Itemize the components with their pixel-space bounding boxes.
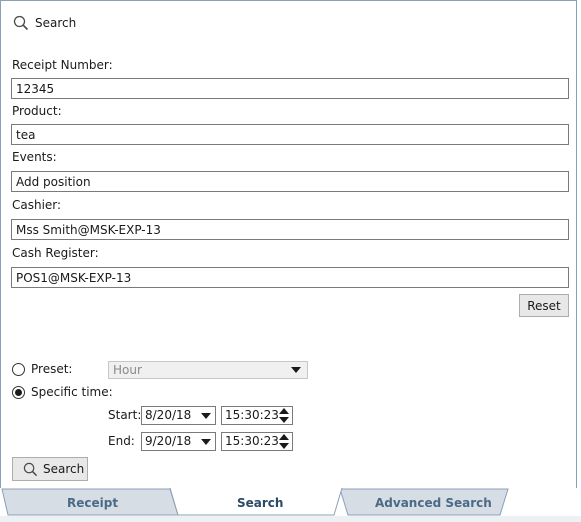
- search-icon: [13, 15, 29, 31]
- receipt-number-label: Receipt Number:: [12, 58, 113, 72]
- tab-receipt[interactable]: Receipt: [67, 496, 118, 510]
- search-button-label: Search: [43, 462, 85, 476]
- end-label: End:: [108, 434, 135, 448]
- spinner-buttons[interactable]: [278, 408, 290, 423]
- chevron-down-icon: [291, 367, 301, 373]
- start-date-picker[interactable]: 8/20/18: [141, 406, 216, 425]
- spin-up-icon[interactable]: [279, 408, 289, 414]
- reset-button[interactable]: Reset: [519, 294, 569, 317]
- specific-time-label: Specific time:: [31, 385, 113, 399]
- panel-header: Search: [13, 15, 76, 31]
- end-time-spinner[interactable]: 15:30:23: [221, 432, 293, 451]
- start-time-spinner[interactable]: 15:30:23: [221, 406, 293, 425]
- preset-radio[interactable]: [12, 363, 25, 376]
- spin-down-icon[interactable]: [279, 443, 289, 449]
- events-label: Events:: [12, 150, 57, 164]
- preset-select[interactable]: Hour: [108, 361, 308, 379]
- search-button[interactable]: Search: [12, 457, 88, 481]
- cash-register-label: Cash Register:: [12, 246, 99, 260]
- end-date-value: 9/20/18: [145, 434, 192, 448]
- preset-label: Preset:: [31, 362, 73, 376]
- end-time-value: 15:30:23: [225, 434, 279, 448]
- search-icon: [23, 462, 38, 476]
- tab-advanced-search[interactable]: Advanced Search: [375, 496, 492, 510]
- cash-register-input[interactable]: [11, 267, 569, 288]
- tab-bar: Receipt Search Advanced Search: [0, 488, 581, 522]
- cashier-input[interactable]: [11, 219, 569, 240]
- specific-time-radio[interactable]: [12, 386, 25, 399]
- chevron-down-icon: [201, 439, 211, 445]
- chevron-down-icon: [201, 413, 211, 419]
- receipt-number-input[interactable]: [11, 78, 569, 99]
- preset-select-value: Hour: [113, 363, 142, 377]
- spin-up-icon[interactable]: [279, 434, 289, 440]
- panel-title: Search: [35, 16, 77, 30]
- product-input[interactable]: [11, 124, 569, 145]
- start-time-value: 15:30:23: [225, 408, 279, 422]
- product-label: Product:: [12, 104, 62, 118]
- start-date-value: 8/20/18: [145, 408, 192, 422]
- start-label: Start:: [108, 408, 142, 422]
- tab-search[interactable]: Search: [237, 496, 283, 510]
- cashier-label: Cashier:: [12, 198, 62, 212]
- spinner-buttons[interactable]: [278, 434, 290, 449]
- spin-down-icon[interactable]: [279, 417, 289, 423]
- events-input[interactable]: [11, 171, 569, 192]
- end-date-picker[interactable]: 9/20/18: [141, 432, 216, 451]
- search-panel: Search Receipt Number: Product: Events: …: [0, 0, 577, 488]
